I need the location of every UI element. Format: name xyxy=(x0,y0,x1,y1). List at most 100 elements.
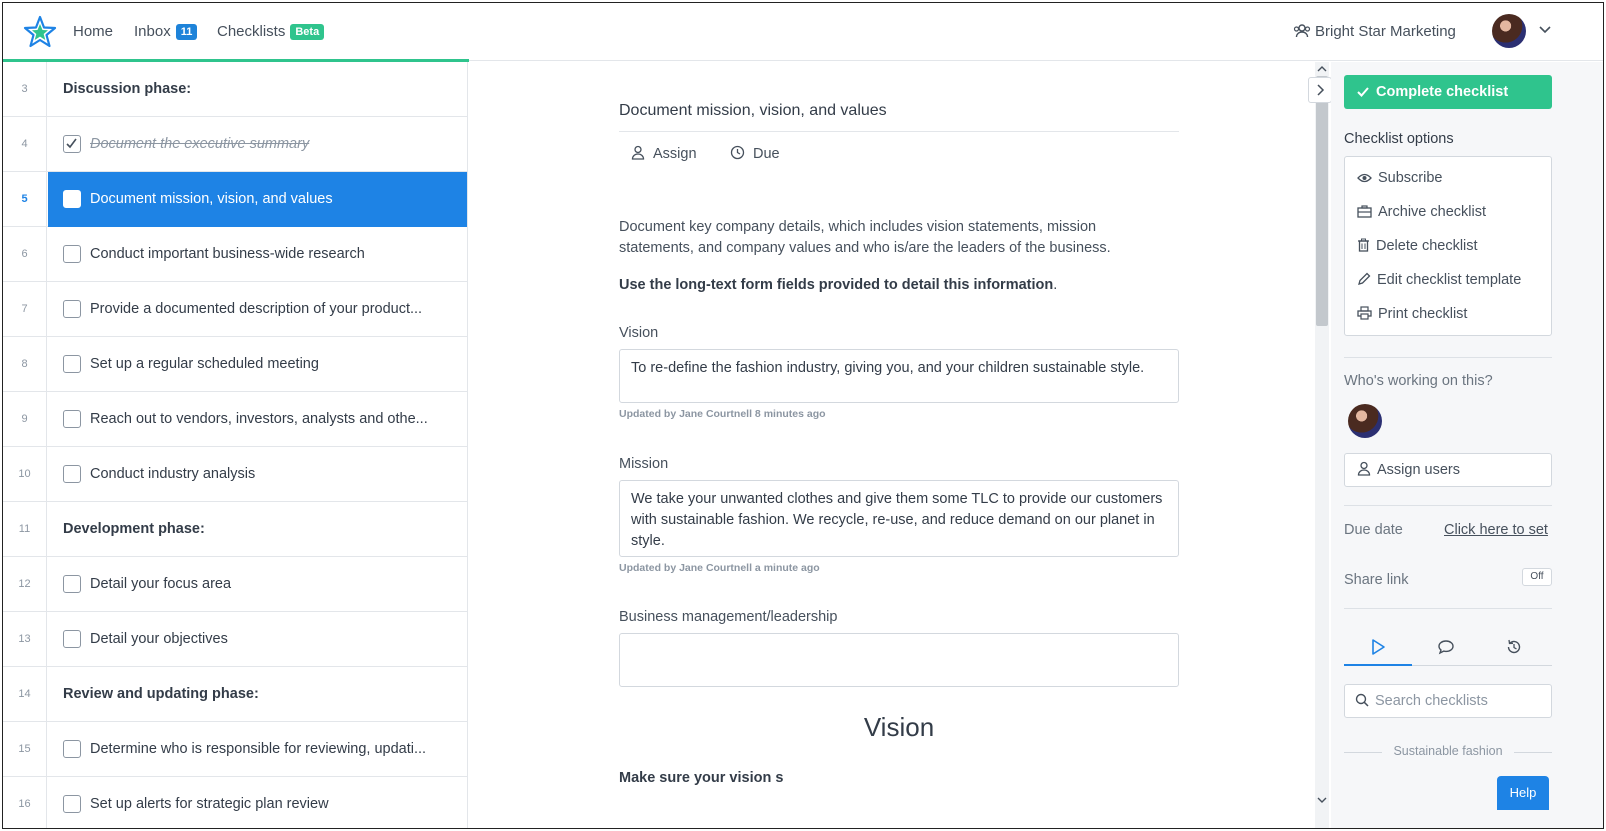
leadership-field[interactable] xyxy=(619,633,1179,687)
task-checkbox-checked[interactable] xyxy=(63,135,81,153)
tab-history[interactable] xyxy=(1480,632,1548,666)
task-row[interactable]: 8 Set up a regular scheduled meeting xyxy=(3,337,467,392)
assign-users-button[interactable]: Assign users xyxy=(1344,453,1552,487)
task-row[interactable]: 15 Determine who is responsible for revi… xyxy=(3,722,467,777)
task-row[interactable]: 9 Reach out to vendors, investors, analy… xyxy=(3,392,467,447)
task-row[interactable]: 12 Detail your focus area xyxy=(3,557,467,612)
users-icon xyxy=(1293,24,1311,38)
scroll-down-icon[interactable] xyxy=(1316,795,1328,805)
task-row[interactable]: 16 Set up alerts for strategic plan revi… xyxy=(3,777,467,828)
due-date-label: Due date xyxy=(1344,522,1403,538)
organization-switcher[interactable]: Bright Star Marketing xyxy=(1293,23,1456,40)
top-navigation: Home Inbox 11 Checklists Beta Bright Star … xyxy=(3,3,1603,62)
task-checkbox[interactable] xyxy=(63,630,81,648)
task-checkbox[interactable] xyxy=(63,190,81,208)
collaborator-avatar[interactable] xyxy=(1348,404,1382,438)
comment-icon xyxy=(1438,640,1454,655)
app-window: Home Inbox 11 Checklists Beta Bright Star … xyxy=(2,2,1604,829)
working-on-title: Who's working on this? xyxy=(1344,373,1493,389)
task-checkbox[interactable] xyxy=(63,245,81,263)
nav-inbox[interactable]: Inbox 11 xyxy=(134,23,198,40)
task-checkbox[interactable] xyxy=(63,355,81,373)
set-due-date-link[interactable]: Click here to set xyxy=(1444,522,1548,538)
delete-checklist-label: Delete checklist xyxy=(1376,238,1478,254)
task-row[interactable]: 13 Detail your objectives xyxy=(3,612,467,667)
collapse-panel-button[interactable] xyxy=(1308,77,1332,103)
subscribe-option[interactable]: Subscribe xyxy=(1357,170,1442,186)
printer-icon xyxy=(1357,306,1372,320)
user-avatar[interactable] xyxy=(1492,14,1526,48)
leadership-field-label: Business management/leadership xyxy=(619,609,838,625)
task-heading-row: 11 Development phase: xyxy=(3,502,467,557)
print-checklist-option[interactable]: Print checklist xyxy=(1357,306,1467,322)
logo-star-icon[interactable] xyxy=(23,15,57,49)
organization-name: Bright Star Marketing xyxy=(1315,23,1456,40)
task-row[interactable]: 7 Provide a documented description of yo… xyxy=(3,282,467,337)
vision-updated-text: Updated by Jane Courtnell 8 minutes ago xyxy=(619,408,826,420)
task-number: 4 xyxy=(3,117,47,172)
task-title[interactable]: Document mission, vision, and values xyxy=(619,102,887,120)
task-number: 11 xyxy=(3,502,47,557)
delete-checklist-option[interactable]: Delete checklist xyxy=(1357,238,1478,254)
tab-activity[interactable] xyxy=(1344,632,1412,666)
history-icon xyxy=(1507,639,1521,654)
print-checklist-label: Print checklist xyxy=(1378,306,1468,322)
task-row-active[interactable]: 5 Document mission, vision, and values xyxy=(3,172,467,227)
instruction-bold: Use the long-text form fields provided t… xyxy=(619,277,1054,293)
task-label: Document mission, vision, and values xyxy=(90,191,333,207)
nav-home[interactable]: Home xyxy=(73,23,113,40)
task-label: Document the executive summary xyxy=(90,136,310,152)
chevron-down-icon[interactable] xyxy=(1538,25,1552,35)
task-heading: Discussion phase: xyxy=(63,81,192,97)
mission-field-label: Mission xyxy=(619,456,669,472)
trash-icon xyxy=(1358,238,1369,252)
user-icon xyxy=(631,145,645,160)
beta-badge: Beta xyxy=(290,24,325,40)
scrollbar-thumb[interactable] xyxy=(1316,76,1328,326)
nav-checklists[interactable]: Checklists Beta xyxy=(217,23,325,40)
help-button[interactable]: Help xyxy=(1497,776,1549,810)
archive-checklist-option[interactable]: Archive checklist xyxy=(1357,204,1486,220)
checklist-panel: Complete checklist Checklist options Sub… xyxy=(1331,62,1603,828)
task-number: 8 xyxy=(3,337,47,392)
mission-field[interactable]: We take your unwanted clothes and give t… xyxy=(619,480,1179,557)
divider xyxy=(1344,357,1552,358)
task-number: 15 xyxy=(3,722,47,777)
task-row[interactable]: 10 Conduct industry analysis xyxy=(3,447,467,502)
edit-template-option[interactable]: Edit checklist template xyxy=(1357,272,1521,288)
task-description: Document key company details, which incl… xyxy=(619,219,1111,256)
pencil-icon xyxy=(1358,272,1371,285)
task-label: Conduct important business-wide research xyxy=(90,246,365,262)
checkmark-icon xyxy=(66,138,77,149)
complete-checklist-button[interactable]: Complete checklist xyxy=(1344,75,1552,109)
assign-button[interactable]: Assign xyxy=(631,145,697,162)
task-label: Detail your objectives xyxy=(90,631,228,647)
task-checkbox[interactable] xyxy=(63,575,81,593)
assign-users-label: Assign users xyxy=(1377,462,1461,478)
task-checkbox[interactable] xyxy=(63,465,81,483)
mission-updated-text: Updated by Jane Courtnell a minute ago xyxy=(619,562,820,574)
search-checklists-input[interactable]: Search checklists xyxy=(1344,684,1552,718)
task-checkbox[interactable] xyxy=(63,795,81,813)
share-link-toggle[interactable]: Off xyxy=(1522,568,1552,586)
task-number: 14 xyxy=(3,667,47,722)
task-heading: Development phase: xyxy=(63,521,205,537)
scroll-up-icon[interactable] xyxy=(1316,64,1328,74)
task-checkbox[interactable] xyxy=(63,300,81,318)
panel-tabs xyxy=(1344,632,1552,666)
task-checkbox[interactable] xyxy=(63,740,81,758)
task-label: Reach out to vendors, investors, analyst… xyxy=(90,411,428,427)
due-button[interactable]: Due xyxy=(730,145,780,162)
edit-template-label: Edit checklist template xyxy=(1377,272,1522,288)
task-number: 6 xyxy=(3,227,47,282)
nav-checklists-label: Checklists xyxy=(217,23,286,40)
vision-field[interactable]: To re-define the fashion industry, givin… xyxy=(619,349,1179,403)
task-row[interactable]: 6 Conduct important business-wide resear… xyxy=(3,227,467,282)
task-row[interactable]: 4 Document the executive summary xyxy=(3,117,467,172)
play-icon xyxy=(1372,639,1385,655)
task-label: Conduct industry analysis xyxy=(90,466,256,482)
tab-comments[interactable] xyxy=(1412,632,1480,666)
checklist-group-divider: Sustainable fashion xyxy=(1344,744,1552,758)
task-number: 12 xyxy=(3,557,47,612)
task-checkbox[interactable] xyxy=(63,410,81,428)
